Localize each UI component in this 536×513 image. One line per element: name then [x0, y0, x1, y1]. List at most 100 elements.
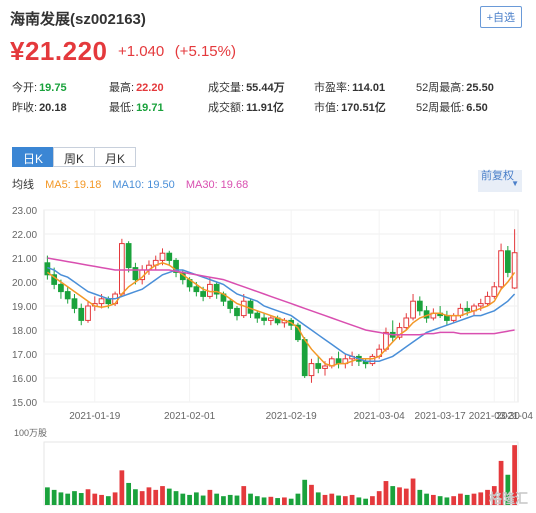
stat-label: 成交量:: [208, 82, 245, 94]
y-tick-label: 18.00: [12, 326, 37, 337]
volume-bar: [261, 497, 267, 505]
candle-body: [85, 305, 91, 321]
candle-body: [504, 250, 511, 273]
quote-row: ¥21.220 +1.040 (+5.15%): [10, 36, 236, 68]
stat-item: 最高: 22.20: [109, 79, 164, 95]
volume-bar: [166, 488, 172, 505]
candle-body: [159, 252, 166, 261]
tab-period[interactable]: 周K: [53, 147, 96, 167]
volume-bar: [336, 495, 341, 505]
volume-bar: [424, 493, 429, 505]
volume-bar: [383, 481, 389, 505]
candle-body: [315, 363, 322, 369]
volume-bar: [214, 493, 220, 505]
volume-bar: [417, 489, 423, 505]
volume-bar: [464, 494, 470, 505]
stat-value: 19.75: [39, 82, 67, 94]
stat-label: 今开:: [12, 82, 38, 94]
volume-bar: [275, 498, 280, 505]
volume-bar: [309, 484, 314, 505]
volume-bar: [200, 495, 206, 505]
volume-bar: [376, 491, 382, 505]
y-tick-label: 23.00: [12, 206, 37, 217]
stat-value: 6.50: [466, 102, 488, 114]
stat-label: 市值:: [314, 102, 340, 114]
volume-bar: [437, 496, 443, 505]
candle-body: [125, 243, 132, 269]
stat-value: 11.91亿: [246, 102, 284, 114]
stat-item: 最低: 19.71: [109, 99, 164, 115]
volume-bar: [207, 489, 213, 505]
volume-bar: [119, 470, 125, 505]
candle-body: [240, 300, 247, 317]
stat-label: 最高:: [109, 82, 135, 94]
volume-bar: [99, 494, 104, 505]
tab-period[interactable]: 月K: [94, 147, 137, 167]
period-tabs: 日K 周K 月K: [12, 147, 137, 167]
volume-bar: [390, 486, 396, 505]
stat-label: 最低:: [109, 102, 135, 114]
candle-body: [254, 312, 261, 319]
candle-body: [166, 252, 173, 261]
x-tick-label: 2021-04: [496, 411, 533, 422]
candle-body: [484, 295, 491, 305]
stat-label: 52周最高:: [416, 82, 465, 94]
stat-item: 今开: 19.75: [12, 79, 67, 95]
adjust-label: 前复权: [481, 170, 514, 182]
candle-body: [491, 286, 498, 297]
x-tick-label: 2021-03-17: [415, 411, 467, 422]
volume-bar: [349, 494, 355, 505]
candle-body: [58, 283, 64, 293]
volume-bar: [322, 494, 328, 505]
ma-label: 均线: [12, 179, 34, 191]
price-change: +1.040: [117, 43, 165, 60]
volume-bar: [268, 496, 274, 505]
stat-value: 170.51亿: [341, 102, 386, 114]
volume-bar: [105, 496, 111, 505]
candle-body: [410, 300, 416, 319]
y-tick-label: 15.00: [12, 398, 37, 409]
chevron-down-icon: ▼: [511, 179, 519, 188]
candle-body: [78, 307, 85, 321]
volume-bar: [451, 496, 457, 505]
candle-body: [477, 303, 484, 307]
y-tick-label: 20.00: [12, 278, 37, 289]
header: 海南发展(sz002163) +自选: [10, 6, 522, 28]
volume-bar: [153, 489, 159, 505]
stock-title: 海南发展(sz002163): [10, 11, 146, 28]
x-tick-label: 2021-02-19: [266, 411, 318, 422]
add-to-watchlist-button[interactable]: +自选: [479, 6, 522, 28]
x-tick-label: 2021-01-19: [69, 411, 121, 422]
candle-body: [193, 286, 200, 293]
candle-body: [261, 317, 267, 321]
candle-body: [498, 250, 504, 288]
stat-value: 114.01: [352, 82, 386, 94]
volume-bar: [187, 494, 192, 505]
stat-label: 成交额:: [208, 102, 245, 114]
stat-label: 昨收:: [12, 102, 38, 114]
candle-body: [308, 363, 315, 377]
stat-item: 成交量: 55.44万: [208, 79, 285, 95]
tab-period[interactable]: 日K: [12, 147, 55, 167]
volume-bar: [126, 482, 132, 505]
volume-bar: [315, 492, 321, 505]
volume-bar: [45, 487, 50, 505]
stat-value: 20.18: [39, 102, 67, 114]
candle-body: [98, 298, 105, 305]
volume-bar: [92, 493, 98, 505]
stat-label: 52周最低:: [416, 102, 465, 114]
volume-bar: [51, 489, 57, 505]
candlestick-chart[interactable]: 23.00 22.00 21.00 20.00 19.00 18.00 17.00 16.00…: [0, 200, 536, 510]
stat-item: 市盈率: 114.01: [314, 79, 385, 95]
volume-bar: [254, 496, 260, 505]
volume-bar: [478, 492, 484, 505]
stat-value: 22.20: [136, 82, 164, 94]
candle-body: [322, 365, 328, 369]
y-tick-label: 16.00: [12, 374, 37, 385]
candle-body: [227, 300, 234, 309]
adjust-dropdown[interactable]: 前复权 ▼: [478, 170, 522, 192]
ma30-value: MA30: 19.68: [185, 179, 249, 191]
volume-bar: [234, 495, 240, 505]
candle-body: [64, 291, 71, 300]
watermark-logo: 格隆汇: [488, 491, 528, 506]
